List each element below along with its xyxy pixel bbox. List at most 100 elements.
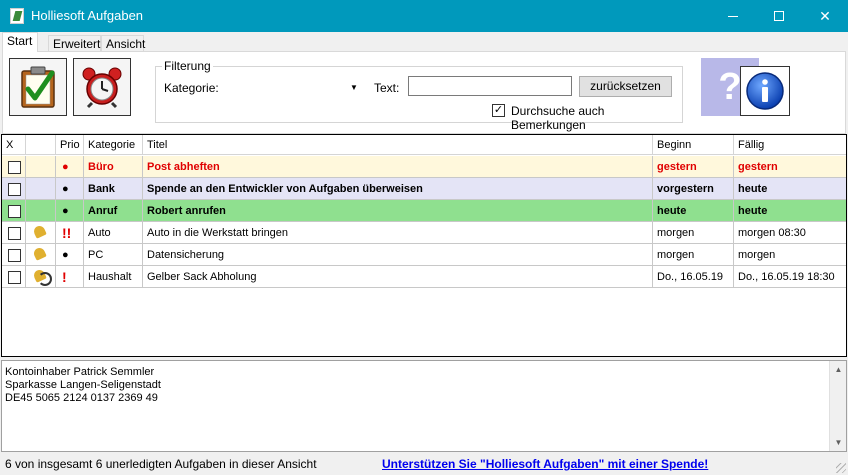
done-tasks-button[interactable] (9, 58, 67, 116)
donate-link[interactable]: Unterstützen Sie "Holliesoft Aufgaben" m… (382, 457, 708, 471)
search-notes-checkbox[interactable]: ✓ (492, 104, 505, 117)
clipboard-check-icon (21, 66, 55, 108)
faellig-cell: heute (738, 205, 768, 217)
reminder-button[interactable] (73, 58, 131, 116)
alarm-cell (26, 244, 56, 266)
maximize-icon (774, 11, 784, 21)
filter-legend: Filterung (162, 59, 213, 73)
kategorie-label: Kategorie: (164, 81, 219, 95)
done-checkbox[interactable] (8, 227, 21, 240)
alarm-clock-icon (82, 67, 122, 109)
faellig-cell: morgen (738, 249, 776, 261)
info-icon (746, 72, 784, 110)
prio-cell: ● (56, 156, 84, 178)
search-notes-label: Durchsuche auch Bemerkungen (511, 104, 605, 132)
filter-group: Filterung Kategorie: ▼ Text: zurücksetze… (155, 59, 683, 132)
checkmark-icon: ✓ (493, 104, 504, 116)
alarm-cell (26, 156, 56, 178)
beginn-cell: morgen (653, 244, 734, 266)
minimize-icon (728, 15, 738, 17)
done-checkbox[interactable] (8, 183, 21, 196)
column-header-beginn[interactable]: Beginn (653, 135, 734, 155)
task-grid: X Prio Kategorie Titel Beginn Fällig ● Bü… (1, 134, 847, 357)
tab-start[interactable]: Start (2, 32, 38, 52)
tab-erweitert[interactable]: Erweitert (48, 35, 101, 52)
table-row[interactable]: ● Büro Post abheften gestern gestern (2, 156, 846, 178)
prio-cell: ! (56, 266, 84, 288)
help-icon: ? (718, 65, 742, 108)
grid-header: X Prio Kategorie Titel Beginn Fällig (2, 135, 846, 155)
done-cell (2, 244, 26, 266)
minimize-button[interactable] (710, 0, 756, 32)
done-checkbox[interactable] (8, 249, 21, 262)
status-text: 6 von insgesamt 6 unerledigten Aufgaben … (5, 457, 317, 471)
titel-cell: Robert anrufen (143, 200, 653, 222)
column-header-done[interactable]: X (2, 135, 26, 155)
alarm-cell (26, 266, 56, 288)
toolbar-panel: Filterung Kategorie: ▼ Text: zurücksetze… (2, 51, 846, 134)
kategorie-cell: Büro (84, 156, 143, 178)
prio-cell: ● (56, 178, 84, 200)
column-header-kategorie[interactable]: Kategorie (84, 135, 143, 155)
titel-cell: Post abheften (143, 156, 653, 178)
status-bar: 6 von insgesamt 6 unerledigten Aufgaben … (0, 453, 848, 475)
maximize-button[interactable] (756, 0, 802, 32)
beginn-cell: vorgestern (653, 178, 734, 200)
alarm-cell (26, 200, 56, 222)
column-header-titel[interactable]: Titel (143, 135, 653, 155)
notes-scrollbar[interactable]: ▲ ▼ (829, 361, 846, 451)
done-checkbox[interactable] (8, 271, 21, 284)
alarm-cell (26, 178, 56, 200)
app-icon (10, 8, 24, 24)
bell-icon (32, 226, 48, 240)
scroll-up-icon[interactable]: ▲ (830, 361, 847, 378)
window-title: Holliesoft Aufgaben (31, 8, 144, 23)
info-button[interactable] (740, 66, 790, 116)
kategorie-dropdown[interactable]: ▼ (344, 77, 364, 97)
table-row[interactable]: ● Bank Spende an den Entwickler von Aufgab… (2, 178, 846, 200)
notes-text[interactable]: Kontoinhaber Patrick Semmler Sparkasse L… (5, 366, 161, 405)
column-header-faellig[interactable]: Fällig (734, 135, 846, 155)
table-row[interactable]: ! Haushalt Gelber Sack Abholung Do., 16.05.… (2, 266, 846, 288)
column-header-alarm[interactable] (26, 135, 56, 155)
done-checkbox[interactable] (8, 205, 21, 218)
done-cell (2, 222, 26, 244)
done-cell (2, 178, 26, 200)
faellig-cell: morgen 08:30 (738, 227, 806, 239)
table-row[interactable]: !! Auto Auto in die Werkstatt bringen morge… (2, 222, 846, 244)
titel-cell: Datensicherung (143, 244, 653, 266)
table-row[interactable]: ● Anruf Robert anrufen heute heute (2, 200, 846, 222)
kategorie-cell: Auto (84, 222, 143, 244)
tab-ansicht[interactable]: Ansicht (101, 35, 145, 52)
prio-cell: !! (56, 222, 84, 244)
close-button[interactable]: ✕ (802, 0, 848, 32)
beginn-cell: gestern (653, 156, 734, 178)
faellig-cell: Do., 16.05.19 18:30 (738, 271, 835, 283)
kategorie-cell: PC (84, 244, 143, 266)
bell-icon (32, 248, 48, 262)
kategorie-cell: Haushalt (84, 266, 143, 288)
prio-cell: ● (56, 244, 84, 266)
kategorie-cell: Bank (84, 178, 143, 200)
reset-button[interactable]: zurücksetzen (579, 76, 672, 97)
column-header-prio[interactable]: Prio (56, 135, 84, 155)
resize-grip-icon[interactable] (836, 463, 846, 473)
titel-cell: Gelber Sack Abholung (143, 266, 653, 288)
done-cell (2, 156, 26, 178)
close-icon: ✕ (819, 7, 831, 24)
scroll-down-icon[interactable]: ▼ (830, 434, 847, 451)
done-checkbox[interactable] (8, 161, 21, 174)
kategorie-cell: Anruf (84, 200, 143, 222)
dropdown-arrow-icon: ▼ (350, 82, 358, 92)
beginn-cell: Do., 16.05.19 (653, 266, 734, 288)
table-row[interactable]: ● PC Datensicherung morgen morgen (2, 244, 846, 266)
prio-cell: ● (56, 200, 84, 222)
titel-cell: Spende an den Entwickler von Aufgaben üb… (143, 178, 653, 200)
faellig-cell: heute (738, 183, 768, 195)
faellig-cell: gestern (738, 161, 778, 173)
filter-text-input[interactable] (408, 76, 572, 96)
beginn-cell: morgen (653, 222, 734, 244)
beginn-cell: heute (653, 200, 734, 222)
notes-area[interactable]: Kontoinhaber Patrick Semmler Sparkasse L… (1, 360, 847, 452)
bell-ring-icon (32, 270, 52, 286)
